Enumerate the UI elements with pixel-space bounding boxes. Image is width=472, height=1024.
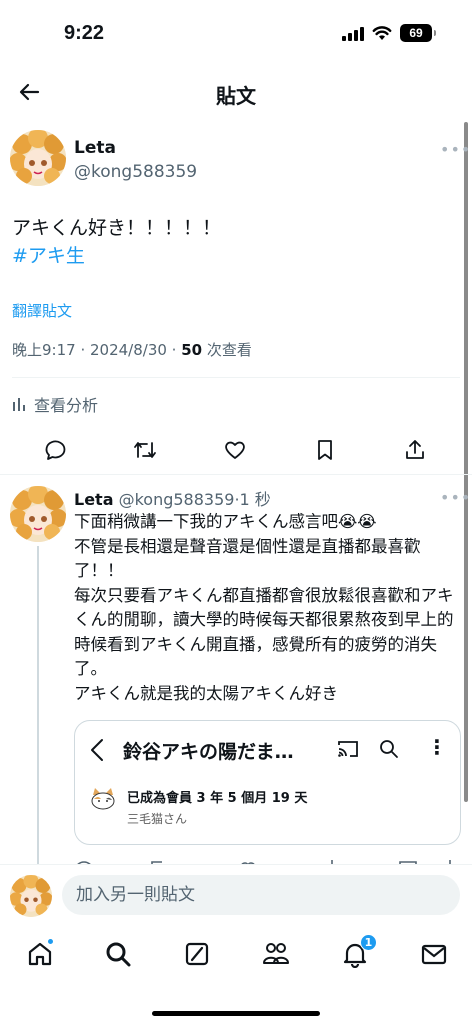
retweet-button[interactable] [127,432,163,468]
reply-icon [45,440,66,460]
like-button[interactable] [217,432,253,468]
nav-search[interactable] [98,934,138,974]
attached-screenshot-card[interactable]: 鈴谷アキの陽だま… ⋮ 已成為會員 3 年 5 個月 19 天 三毛猫さん [74,720,461,845]
views-label: 次查看 [202,341,252,359]
post-text: アキくん好き！！！！！ #アキ生 [12,214,221,270]
share-icon [406,440,424,459]
divider [12,377,460,378]
views-count: 50 [181,341,203,359]
notification-badge: 1 [360,934,377,951]
messages-icon [421,944,447,965]
post-timestamp[interactable]: 晚上9:17 · 2024/8/30 · [12,341,181,359]
reply-line: 下面稍微講一下我的アキくん感言吧😭😭 [74,512,377,531]
analytics-label[interactable]: 查看分析 [34,392,98,416]
reply-header[interactable]: Leta @kong588359·1 秒 [74,486,271,510]
chevron-left-icon [91,739,103,761]
reply-input[interactable] [62,875,460,915]
membership-name: 三毛猫さん [127,812,188,826]
header: 貼文 [0,64,472,120]
author-handle[interactable]: @kong588359 [74,162,197,182]
reply-composer-bar [0,864,472,926]
retweet-icon [134,442,156,458]
card-toolbar: 鈴谷アキの陽だま… ⋮ [75,733,460,769]
status-time: 9:22 [64,22,105,44]
home-indicator [152,1011,320,1016]
avatar[interactable] [10,486,66,542]
reply-line: アキくん就是我的太陽アキくん好き [74,683,338,703]
analytics-link[interactable]: 查看分析 [12,392,98,416]
reply-age: ·1 秒 [234,490,271,509]
divider [0,474,472,475]
nav-notifications[interactable]: 1 [335,934,377,974]
hashtag-link[interactable]: #アキ生 [12,242,221,270]
translate-link[interactable]: 翻譯貼文 [12,300,72,321]
more-icon[interactable]: ••• [440,488,471,507]
search-icon [380,740,398,758]
reply-actions [74,854,464,864]
bookmark-icon [318,440,332,460]
avatar[interactable] [10,875,52,917]
home-unread-dot [47,938,54,945]
post-text-line: アキくん好き！！！！！ [12,217,222,239]
reply-button[interactable] [38,432,74,468]
cast-icon [338,741,358,757]
post-meta: 晚上9:17 · 2024/8/30 · 50 次查看 [12,339,252,360]
search-icon [106,942,131,967]
status-icons: 69 [342,24,436,42]
bookmark-button[interactable] [307,432,343,468]
reply-text: 下面稍微講一下我的アキくん感言吧😭😭 不管是長相還是聲音還是個性還是直播都最喜歡… [74,510,466,706]
nav-communities[interactable] [256,934,296,974]
kebab-menu-icon: ⋮ [427,735,447,759]
page-title: 貼文 [216,84,256,108]
cat-avatar-icon [91,788,115,810]
battery-icon: 69 [400,24,436,42]
thread-line [37,546,39,866]
card-title: 鈴谷アキの陽だま… [123,741,294,763]
bottom-nav: 1 [0,930,472,978]
nav-grok[interactable] [177,934,217,974]
nav-home[interactable] [20,934,60,974]
more-icon[interactable]: ••• [440,140,471,159]
communities-icon [263,943,289,964]
like-icon [225,441,245,459]
reply-line: 每次只要看アキくん都直播都會很放鬆很喜歡和アキくん的閒聊，讀大學的時候每天都很累… [74,585,454,679]
reply-author-handle[interactable]: @kong588359 [119,490,235,509]
membership-title: 已成為會員 3 年 5 個月 19 天 [127,791,308,806]
post-actions [0,432,472,468]
nav-messages[interactable] [414,934,454,974]
post-author[interactable]: Leta @kong588359 [74,138,197,182]
wifi-icon [372,26,392,40]
share-button[interactable] [397,432,433,468]
author-name[interactable]: Leta [74,138,197,158]
signal-icon [342,25,364,41]
status-bar: 9:22 69 [0,0,472,64]
reply-author-name[interactable]: Leta [74,490,114,509]
analytics-icon [13,398,25,411]
avatar[interactable] [10,130,66,186]
reply-line: 不管是長相還是聲音還是個性還是直播都最喜歡了！！ [74,536,421,581]
membership-row: 已成為會員 3 年 5 個月 19 天 三毛猫さん [89,787,307,827]
grok-icon [185,942,209,966]
